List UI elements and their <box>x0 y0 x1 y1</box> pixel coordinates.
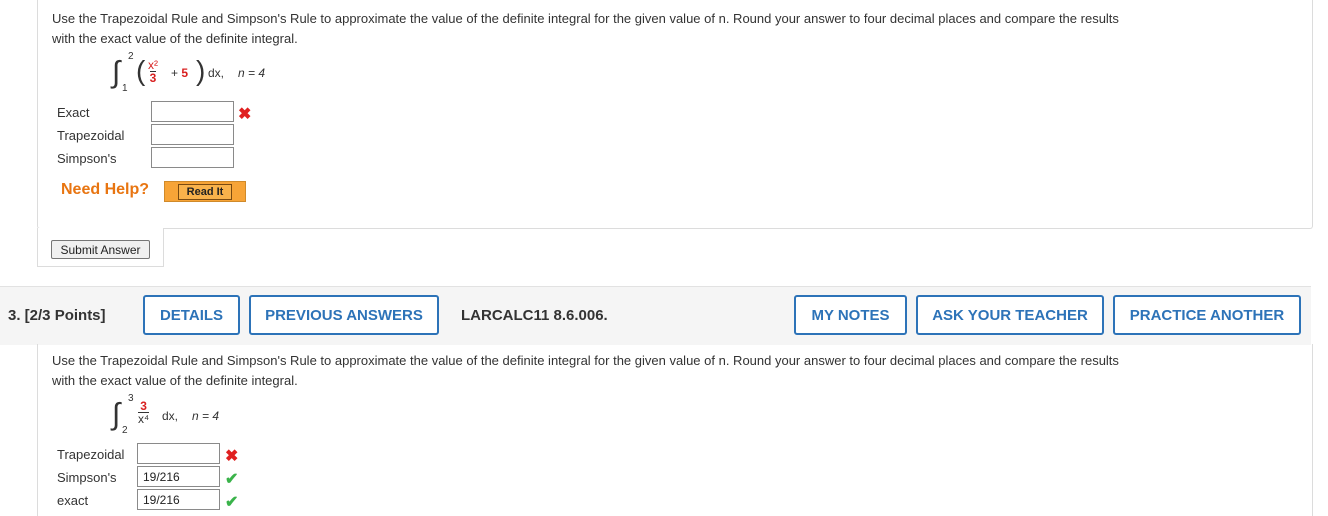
exact-label: Exact <box>57 105 90 120</box>
fraction: 3 x⁴ <box>138 399 150 426</box>
incorrect-x-icon: ✖ <box>225 448 239 465</box>
integral-sign: ∫ <box>112 398 121 431</box>
integral-expression: ∫ 2 1 ( x² 3 + 5 ) dx, n = 4 <box>112 51 312 95</box>
need-help-label: Need Help? <box>61 181 150 198</box>
fraction: x² 3 <box>148 59 158 84</box>
integral-expression: ∫ 3 2 3 x⁴ dx, n = 4 <box>112 393 312 437</box>
simpsons-label: Simpson's <box>57 151 117 166</box>
previous-answers-button[interactable]: PREVIOUS ANSWERS <box>249 295 439 335</box>
plus-term: + 5 <box>171 66 189 80</box>
trapezoidal-input[interactable] <box>151 124 234 145</box>
simpsons-input[interactable]: 19/216 <box>137 466 220 487</box>
right-paren: ) <box>196 55 206 86</box>
fraction-numerator: x² <box>148 58 158 72</box>
exact-input[interactable]: 19/216 <box>137 489 220 510</box>
integral-upper-limit: 3 <box>128 393 134 404</box>
correct-check-icon: ✔ <box>225 471 239 488</box>
integral-lower-limit: 2 <box>122 425 128 436</box>
prompt-line-2: with the exact value of the definite int… <box>52 373 298 388</box>
question-3-label: 3. [2/3 Points] <box>8 307 106 324</box>
dx-label: dx, <box>208 66 225 80</box>
left-paren: ( <box>136 55 146 86</box>
read-it-button[interactable]: Read It <box>164 181 246 202</box>
question-3-prompt: Use the Trapezoidal Rule and Simpson's R… <box>52 351 1292 391</box>
simpsons-input[interactable] <box>151 147 234 168</box>
integral-sign: ∫ <box>112 56 121 89</box>
fraction-numerator: 3 <box>140 399 147 413</box>
simpsons-label: Simpson's <box>57 470 117 485</box>
submit-answer-button[interactable]: Submit Answer <box>51 240 150 259</box>
exact-label: exact <box>57 493 89 508</box>
ask-your-teacher-button[interactable]: ASK YOUR TEACHER <box>916 295 1104 335</box>
trapezoidal-label: Trapezoidal <box>57 447 125 462</box>
integral-lower-limit: 1 <box>122 83 128 94</box>
prompt-line-1: Use the Trapezoidal Rule and Simpson's R… <box>52 11 1119 26</box>
fraction-denominator: x⁴ <box>138 412 150 426</box>
practice-another-button[interactable]: PRACTICE ANOTHER <box>1113 295 1301 335</box>
correct-check-icon: ✔ <box>225 494 239 511</box>
read-it-label: Read It <box>177 183 233 200</box>
details-button[interactable]: DETAILS <box>143 295 240 335</box>
problem-reference: LARCALC11 8.6.006. <box>461 307 608 324</box>
incorrect-x-icon: ✖ <box>238 106 252 123</box>
integral-upper-limit: 2 <box>128 51 134 62</box>
dx-label: dx, <box>162 409 179 423</box>
n-value: n = 4 <box>192 409 220 423</box>
exact-input[interactable] <box>151 101 234 122</box>
my-notes-button[interactable]: MY NOTES <box>794 295 907 335</box>
question-2-prompt: Use the Trapezoidal Rule and Simpson's R… <box>52 9 1292 49</box>
prompt-line-1: Use the Trapezoidal Rule and Simpson's R… <box>52 353 1119 368</box>
prompt-line-2: with the exact value of the definite int… <box>52 31 298 46</box>
trapezoidal-label: Trapezoidal <box>57 128 125 143</box>
n-value: n = 4 <box>238 66 266 80</box>
trapezoidal-input[interactable] <box>137 443 220 464</box>
fraction-denominator: 3 <box>149 71 157 85</box>
